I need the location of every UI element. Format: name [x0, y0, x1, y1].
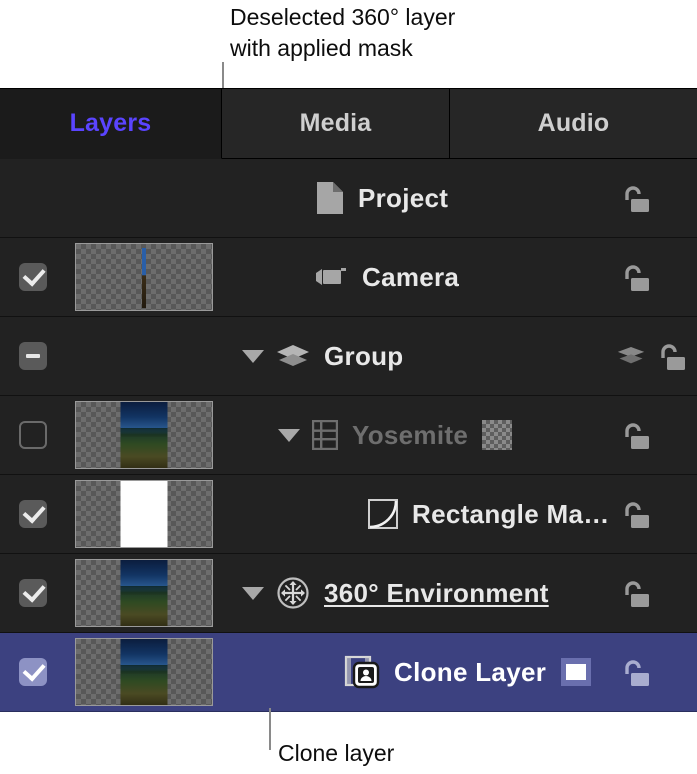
chevron-down-icon[interactable]	[242, 587, 264, 600]
disclosure-slot[interactable]	[230, 350, 276, 363]
camera-icon	[314, 264, 348, 290]
chevron-down-icon[interactable]	[242, 350, 264, 363]
tab-audio-label: Audio	[538, 109, 610, 138]
row-content: Yosemite	[222, 396, 617, 474]
row-label: Clone Layer	[394, 657, 546, 688]
thumbnail-cell	[66, 480, 222, 548]
visibility-checkbox-cell	[0, 658, 66, 686]
thumbnail-image	[121, 639, 168, 706]
row-content: Camera	[222, 238, 617, 316]
thumbnail-image	[121, 560, 168, 627]
disclosure-slot[interactable]	[230, 587, 276, 600]
layers-icon	[276, 343, 310, 369]
table-row[interactable]: Yosemite	[0, 396, 697, 475]
visibility-checkbox-cell	[0, 500, 66, 528]
row-label: Rectangle Ma…	[412, 499, 610, 530]
layer-thumbnail	[75, 638, 213, 706]
layer-thumbnail	[75, 401, 213, 469]
visibility-checkbox-cell	[0, 579, 66, 607]
row-label: Yosemite	[352, 420, 468, 451]
table-row[interactable]: 360° Environment	[0, 554, 697, 633]
white-square-badge[interactable]	[560, 657, 592, 687]
table-row[interactable]: Camera	[0, 238, 697, 317]
callout-top-text: Deselected 360° layer with applied mask	[230, 2, 455, 64]
tab-layers[interactable]: Layers	[0, 89, 222, 159]
visibility-checkbox[interactable]	[19, 263, 47, 291]
row-right-cell	[617, 497, 697, 531]
row-content: Rectangle Ma…	[222, 475, 617, 553]
visibility-checkbox-cell	[0, 342, 66, 370]
thumbnail-cell	[66, 559, 222, 627]
row-right-cell	[617, 576, 697, 610]
row-right-cell	[617, 655, 697, 689]
lock-open-icon[interactable]	[617, 181, 651, 215]
table-row[interactable]: Clone Layer	[0, 633, 697, 712]
chevron-down-icon[interactable]	[278, 429, 300, 442]
layer-thumbnail	[75, 480, 213, 548]
thumbnail-mask-shape	[121, 481, 168, 548]
visibility-checkbox[interactable]	[19, 500, 47, 528]
tab-layers-label: Layers	[70, 109, 152, 138]
row-content: Project	[222, 159, 617, 237]
layers-panel: Layers Media Audio	[0, 88, 697, 708]
visibility-checkbox[interactable]	[19, 658, 47, 686]
visibility-checkbox[interactable]	[19, 579, 47, 607]
row-right-cell	[617, 339, 697, 373]
callout-bottom-leader	[269, 708, 271, 750]
thumbnail-image	[121, 402, 168, 469]
tab-media[interactable]: Media	[222, 89, 450, 159]
table-row[interactable]: Project	[0, 159, 697, 238]
tab-media-label: Media	[300, 109, 372, 138]
row-label: Project	[358, 183, 448, 214]
table-row[interactable]: Rectangle Ma…	[0, 475, 697, 554]
table-row[interactable]: Group	[0, 317, 697, 396]
row-content: Group	[222, 317, 617, 395]
visibility-checkbox[interactable]	[19, 421, 47, 449]
layer-thumbnail	[75, 243, 213, 311]
row-content: 360° Environment	[222, 554, 617, 632]
row-right-cell	[617, 181, 697, 215]
document-icon	[314, 181, 344, 215]
lock-open-icon[interactable]	[617, 655, 651, 689]
row-right-cell	[617, 260, 697, 294]
lock-open-icon[interactable]	[617, 576, 651, 610]
rectangle-mask-icon	[368, 499, 398, 529]
layers-stack-icon[interactable]	[617, 344, 645, 368]
tab-audio[interactable]: Audio	[450, 89, 697, 159]
lock-open-icon[interactable]	[617, 418, 651, 452]
environment-360-icon	[276, 576, 310, 610]
row-label: Camera	[362, 262, 459, 293]
visibility-checkbox[interactable]	[19, 342, 47, 370]
film-strip-icon	[312, 420, 338, 450]
row-label: Group	[324, 341, 404, 372]
lock-open-icon[interactable]	[617, 497, 651, 531]
thumbnail-streak	[142, 248, 146, 308]
row-content: Clone Layer	[222, 633, 617, 711]
visibility-checkbox-cell	[0, 263, 66, 291]
panel-tab-bar: Layers Media Audio	[0, 89, 697, 159]
thumbnail-cell	[66, 401, 222, 469]
visibility-checkbox-cell	[0, 421, 66, 449]
layer-thumbnail	[75, 559, 213, 627]
thumbnail-cell	[66, 243, 222, 311]
row-label[interactable]: 360° Environment	[324, 578, 549, 609]
lock-open-icon[interactable]	[653, 339, 687, 373]
thumbnail-cell	[66, 638, 222, 706]
row-right-cell	[617, 418, 697, 452]
lock-open-icon[interactable]	[617, 260, 651, 294]
layers-list: Project	[0, 159, 697, 712]
callout-bottom-text: Clone layer	[278, 738, 394, 769]
clone-layer-icon	[344, 655, 380, 689]
disclosure-slot[interactable]	[266, 429, 312, 442]
mask-checker-badge	[482, 420, 512, 450]
